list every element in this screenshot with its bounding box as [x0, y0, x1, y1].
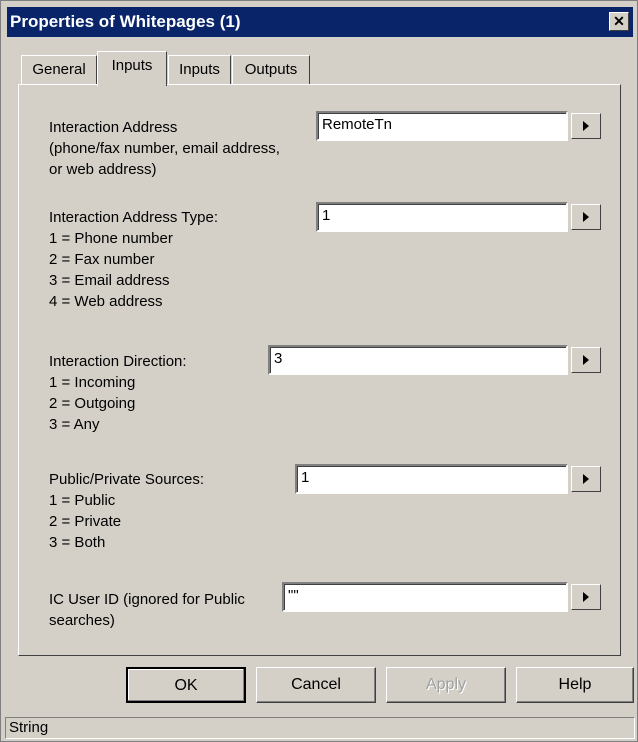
apply-button[interactable]: Apply [386, 667, 506, 703]
arrow-right-icon [583, 592, 589, 602]
dialog-title: Properties of Whitepages (1) [10, 12, 241, 31]
ic-user-id-label: IC User ID (ignored for Public searches) [49, 591, 245, 629]
help-button[interactable]: Help [516, 667, 634, 703]
tab-inputs-active[interactable]: Inputs [97, 51, 167, 86]
tab-general-label: General [32, 61, 86, 78]
tab-inputs[interactable]: Inputs [168, 55, 231, 85]
interaction-address-field[interactable]: RemoteTn [316, 111, 568, 141]
title-bar[interactable]: Properties of Whitepages (1) ✕ [7, 7, 633, 37]
arrow-right-icon [583, 355, 589, 365]
tab-general[interactable]: General [21, 55, 97, 85]
tab-outputs[interactable]: Outputs [232, 55, 310, 85]
interaction-address-type-expression-button[interactable] [571, 204, 601, 230]
arrow-right-icon [583, 212, 589, 222]
arrow-right-icon [583, 474, 589, 484]
status-bar: String [5, 717, 635, 739]
public-private-sources-field[interactable]: 1 [295, 464, 568, 494]
public-private-sources-expression-button[interactable] [571, 466, 601, 492]
properties-dialog: Properties of Whitepages (1) ✕ General I… [0, 0, 638, 742]
interaction-direction-field[interactable]: 3 [268, 345, 568, 375]
close-button[interactable]: ✕ [609, 12, 629, 31]
interaction-address-type-field[interactable]: 1 [316, 202, 568, 232]
status-text: String [9, 719, 49, 736]
tab-outputs-label: Outputs [244, 61, 298, 78]
interaction-direction-expression-button[interactable] [571, 347, 601, 373]
cancel-button[interactable]: Cancel [256, 667, 376, 703]
ok-button[interactable]: OK [126, 667, 246, 703]
interaction-address-type-label: Interaction Address Type: 1 = Phone numb… [49, 209, 218, 310]
interaction-direction-label: Interaction Direction: 1 = Incoming 2 = … [49, 353, 187, 433]
public-private-sources-label: Public/Private Sources: 1 = Public 2 = P… [49, 471, 205, 551]
tab-inputs-label: Inputs [111, 57, 153, 74]
arrow-right-icon [583, 121, 589, 131]
ic-user-id-expression-button[interactable] [571, 584, 601, 610]
interaction-address-expression-button[interactable] [571, 113, 601, 139]
tab-inputs-2-label: Inputs [179, 61, 220, 78]
interaction-address-label: Interaction Address (phone/fax number, e… [49, 119, 280, 178]
ic-user-id-field[interactable]: "" [282, 582, 568, 612]
